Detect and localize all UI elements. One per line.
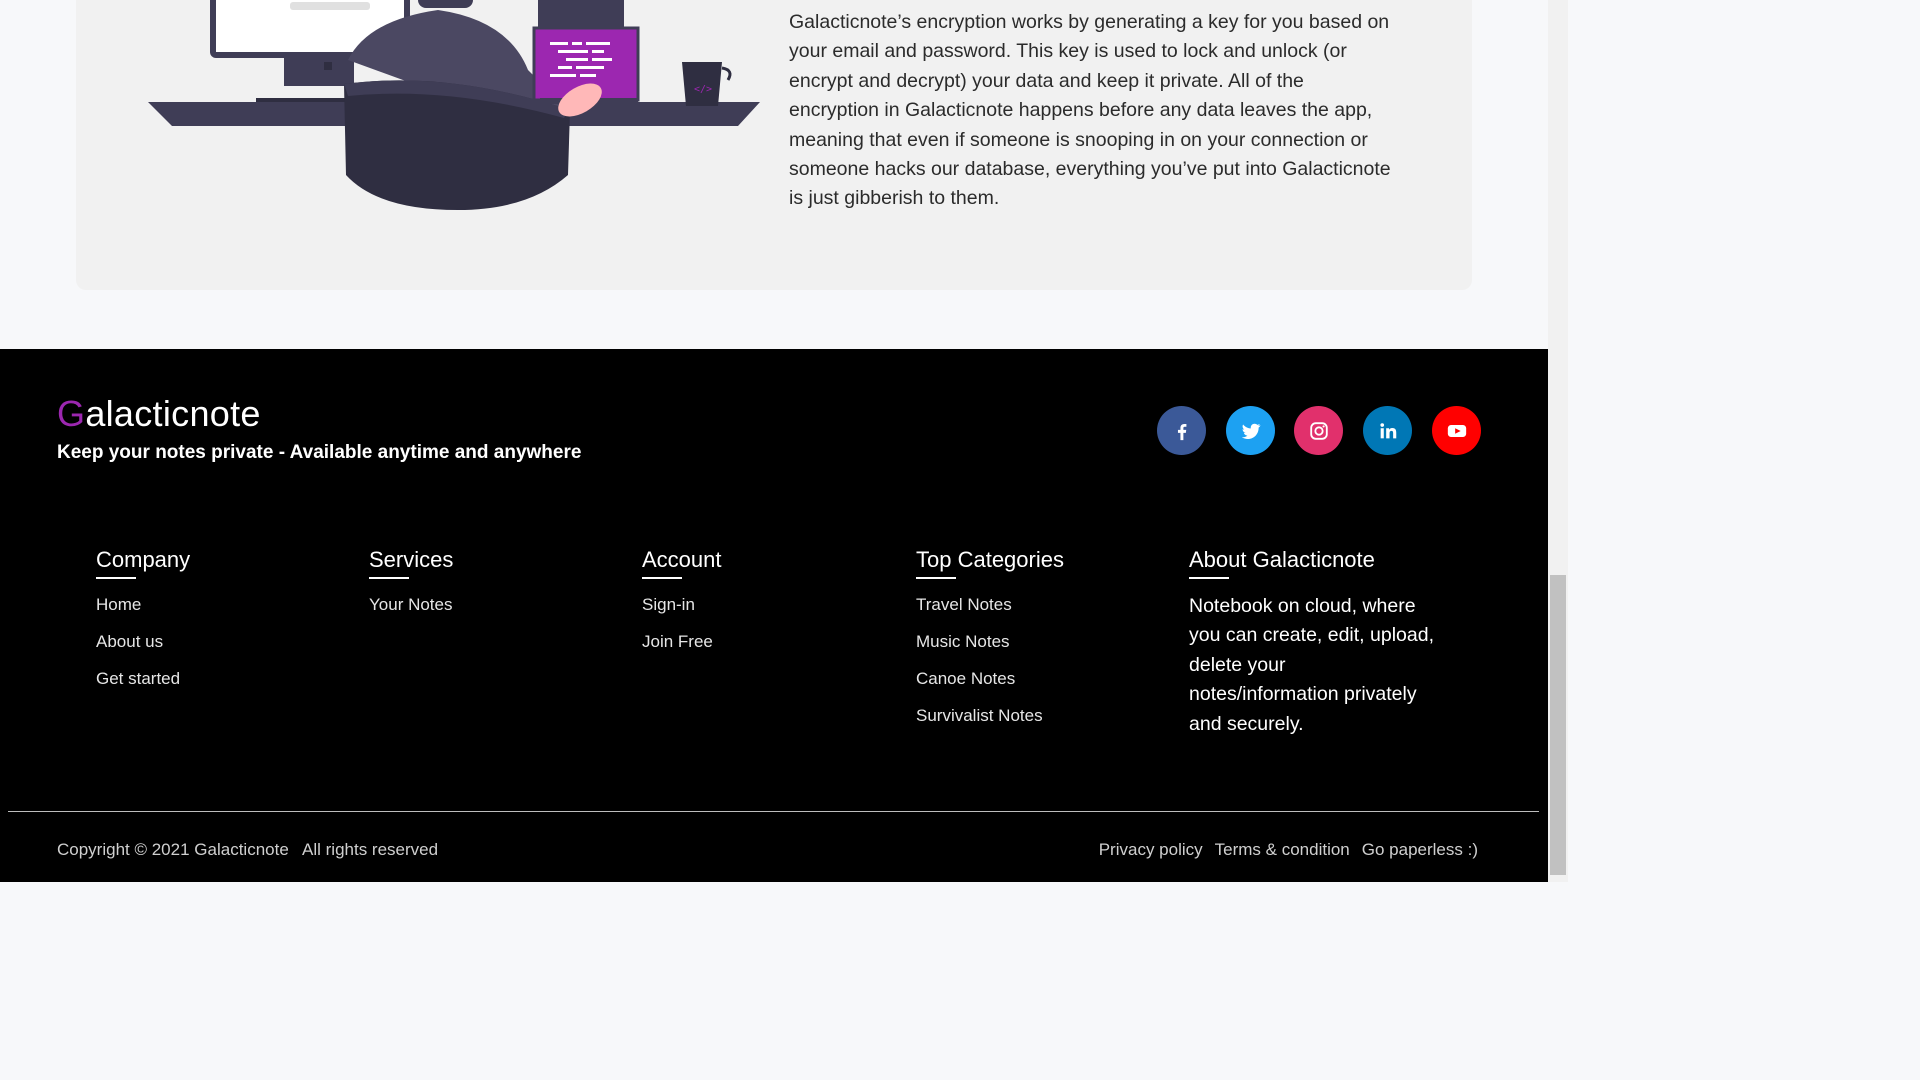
about-description: Notebook on cloud, where you can create,… <box>1189 595 1434 735</box>
youtube-icon <box>1447 424 1466 437</box>
footer-link-your-notes[interactable]: Your Notes <box>369 595 453 614</box>
account-heading: Account <box>642 547 722 572</box>
twitter-icon <box>1241 423 1260 439</box>
person-head <box>418 0 473 8</box>
encryption-description: Galacticnote’s encryption works by gener… <box>789 11 1391 210</box>
heading-underline <box>369 577 409 579</box>
heading-underline <box>96 577 136 579</box>
footer-link-canoe-notes[interactable]: Canoe Notes <box>916 669 1064 688</box>
heading-underline <box>916 577 956 579</box>
footer-link-home[interactable]: Home <box>96 595 190 614</box>
linkedin-button[interactable] <box>1363 406 1412 455</box>
footer-link-get-started[interactable]: Get started <box>96 669 190 688</box>
go-paperless-link[interactable]: Go paperless :) <box>1362 840 1478 860</box>
footer-link-sign-in[interactable]: Sign-in <box>642 595 722 614</box>
terms-condition-link[interactable]: Terms & condition <box>1215 840 1350 860</box>
footer-link-join-free[interactable]: Join Free <box>642 632 722 651</box>
laptop-back <box>538 0 624 28</box>
copyright-brand-link[interactable]: Galacticnote <box>194 840 289 859</box>
footer-column-about: About Galacticnote Notebook on cloud, wh… <box>1189 547 1439 739</box>
copyright-suffix: All rights reserved <box>302 840 439 859</box>
footer-link-music-notes[interactable]: Music Notes <box>916 632 1064 651</box>
top-categories-heading: Top Categories <box>916 547 1064 572</box>
footer-link-about-us[interactable]: About us <box>96 632 190 651</box>
instagram-button[interactable] <box>1294 406 1343 455</box>
footer-tagline: Keep your notes private - Available anyt… <box>57 442 582 463</box>
footer-column-account: Account Sign-in Join Free <box>642 547 722 651</box>
copyright-notice: Copyright © 2021 Galacticnote All rights… <box>57 840 438 860</box>
services-heading: Services <box>369 547 454 572</box>
about-heading: About Galacticnote <box>1189 547 1375 572</box>
instagram-icon <box>1309 421 1328 440</box>
site-footer: Galacticnote Keep your notes private - A… <box>0 349 1548 882</box>
linkedin-icon <box>1379 422 1396 438</box>
footer-divider <box>8 811 1539 812</box>
footer-bottom-links: Privacy policy Terms & condition Go pape… <box>1099 840 1478 860</box>
company-heading: Company <box>96 547 191 572</box>
footer-brand-logo[interactable]: Galacticnote <box>57 393 261 435</box>
footer-column-services: Services Your Notes <box>369 547 453 614</box>
twitter-button[interactable] <box>1226 406 1275 455</box>
svg-text:</>: </> <box>694 84 712 95</box>
facebook-button[interactable] <box>1157 406 1206 455</box>
heading-underline <box>642 577 682 579</box>
footer-column-company: Company Home About us Get started <box>96 547 190 688</box>
copyright-prefix: Copyright © 2021 <box>57 840 190 859</box>
monitor-stand <box>284 58 354 86</box>
person-at-desk-illustration: </> <box>148 0 760 211</box>
youtube-button[interactable] <box>1432 406 1481 455</box>
brand-name: alacticnote <box>85 393 261 434</box>
privacy-policy-link[interactable]: Privacy policy <box>1099 840 1203 860</box>
footer-link-survivalist-notes[interactable]: Survivalist Notes <box>916 706 1064 725</box>
heading-underline <box>1189 577 1229 579</box>
brand-initial: G <box>57 393 86 434</box>
footer-link-travel-notes[interactable]: Travel Notes <box>916 595 1064 614</box>
page-scrollbar-thumb[interactable] <box>1550 575 1566 875</box>
footer-column-top-categories: Top Categories Travel Notes Music Notes … <box>916 547 1064 725</box>
facebook-icon <box>1177 423 1186 440</box>
